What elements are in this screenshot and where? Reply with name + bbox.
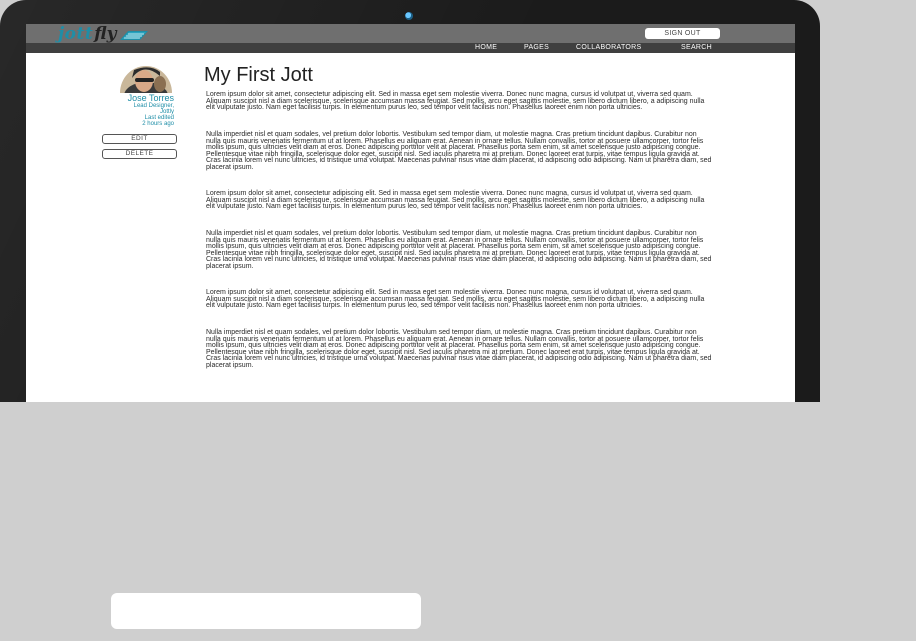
last-edited-value: 2 hours ago — [142, 121, 174, 127]
webcam-icon — [405, 12, 413, 20]
laptop-frame: jott fly SIGN OUT HOME PAGES COLLABORATO… — [0, 0, 820, 402]
logo-text-part1: jott — [58, 24, 94, 44]
paragraph: Nulla imperdiet nisl et quam sodales, ve… — [206, 131, 712, 171]
app-window: jott fly SIGN OUT HOME PAGES COLLABORATO… — [26, 24, 795, 402]
paragraph: Lorem ipsum dolor sit amet, consectetur … — [206, 289, 705, 310]
paragraph: Lorem ipsum dolor sit amet, consectetur … — [206, 190, 705, 211]
logo-text-part2: fly — [94, 24, 117, 44]
author-name[interactable]: Jose Torres — [128, 93, 174, 103]
edit-button[interactable]: EDIT — [102, 134, 177, 144]
avatar — [120, 66, 172, 93]
nav-pages[interactable]: PAGES — [524, 43, 549, 53]
bottom-panel — [111, 593, 421, 629]
delete-button[interactable]: DELETE — [102, 149, 177, 159]
jottfly-logo[interactable]: jott fly — [58, 25, 150, 43]
sign-out-button[interactable]: SIGN OUT — [645, 28, 720, 39]
nav-bar — [26, 43, 795, 53]
paragraph: Lorem ipsum dolor sit amet, consectetur … — [206, 91, 705, 112]
page-title: My First Jott — [204, 64, 313, 86]
book-icon — [120, 31, 149, 40]
paragraph: Nulla imperdiet nisl et quam sodales, ve… — [206, 329, 712, 369]
nav-search[interactable]: SEARCH — [681, 43, 712, 53]
paragraph: Nulla imperdiet nisl et quam sodales, ve… — [206, 230, 712, 270]
nav-collaborators[interactable]: COLLABORATORS — [576, 43, 642, 53]
nav-home[interactable]: HOME — [475, 43, 497, 53]
main-content: Jose Torres Lead Designer, Jottly Last e… — [26, 53, 795, 402]
